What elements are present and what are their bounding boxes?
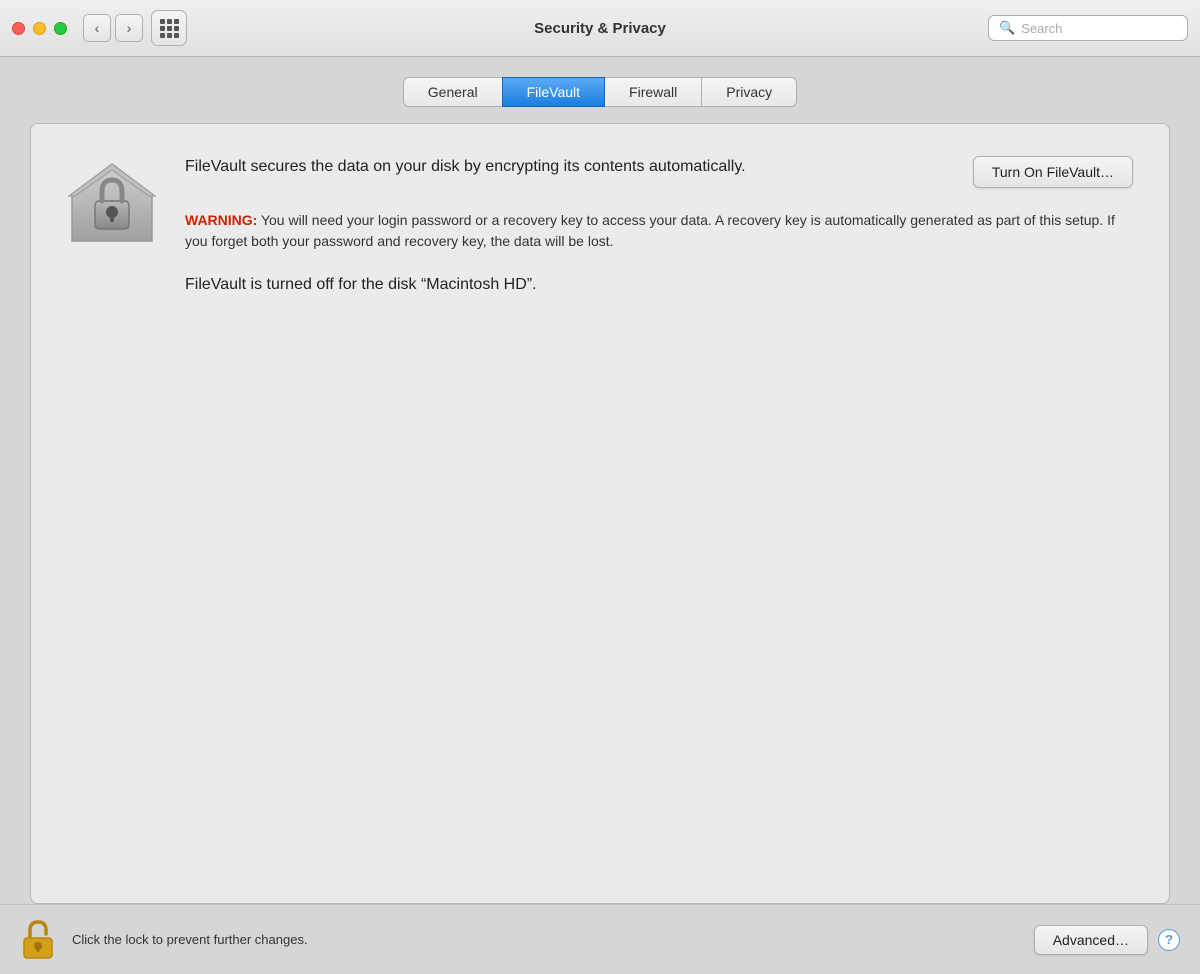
filevault-content: FileVault secures the data on your disk …: [185, 156, 1133, 294]
minimize-button[interactable]: [33, 22, 46, 35]
advanced-button[interactable]: Advanced…: [1034, 925, 1148, 955]
help-button[interactable]: ?: [1158, 929, 1180, 951]
grid-icon: [160, 19, 179, 38]
maximize-button[interactable]: [54, 22, 67, 35]
warning-block: WARNING: You will need your login passwo…: [185, 210, 1133, 252]
warning-label: WARNING:: [185, 212, 257, 228]
main-panel: FileVault secures the data on your disk …: [30, 123, 1170, 904]
panel-content: FileVault secures the data on your disk …: [67, 156, 1133, 294]
close-button[interactable]: [12, 22, 25, 35]
back-button[interactable]: ‹: [83, 14, 111, 42]
search-input[interactable]: [1021, 21, 1177, 36]
search-icon: 🔍: [999, 20, 1015, 36]
lock-text: Click the lock to prevent further change…: [72, 932, 308, 947]
filevault-description: FileVault secures the data on your disk …: [185, 156, 746, 178]
bottom-bar: Click the lock to prevent further change…: [0, 904, 1200, 974]
warning-text: You will need your login password or a r…: [185, 212, 1115, 249]
tab-privacy[interactable]: Privacy: [701, 77, 797, 107]
content-area: General FileVault Firewall Privacy: [0, 57, 1200, 904]
window-title: Security & Privacy: [534, 20, 666, 37]
tab-general[interactable]: General: [403, 77, 503, 107]
nav-buttons: ‹ ›: [83, 14, 143, 42]
top-row: FileVault secures the data on your disk …: [185, 156, 1133, 194]
turn-on-filevault-button[interactable]: Turn On FileVault…: [973, 156, 1133, 188]
tab-firewall[interactable]: Firewall: [604, 77, 702, 107]
titlebar: ‹ › Security & Privacy 🔍: [0, 0, 1200, 57]
filevault-icon: [67, 156, 157, 246]
filevault-icon-svg: [67, 156, 157, 246]
grid-view-button[interactable]: [151, 10, 187, 46]
traffic-lights: [12, 22, 67, 35]
tab-filevault[interactable]: FileVault: [502, 77, 605, 107]
filevault-status: FileVault is turned off for the disk “Ma…: [185, 276, 1133, 294]
bottom-right: Advanced… ?: [1034, 925, 1180, 955]
search-box[interactable]: 🔍: [988, 15, 1188, 41]
tabs-container: General FileVault Firewall Privacy: [403, 77, 797, 107]
lock-icon: [22, 920, 54, 960]
forward-button[interactable]: ›: [115, 14, 143, 42]
lock-button[interactable]: [20, 918, 56, 962]
